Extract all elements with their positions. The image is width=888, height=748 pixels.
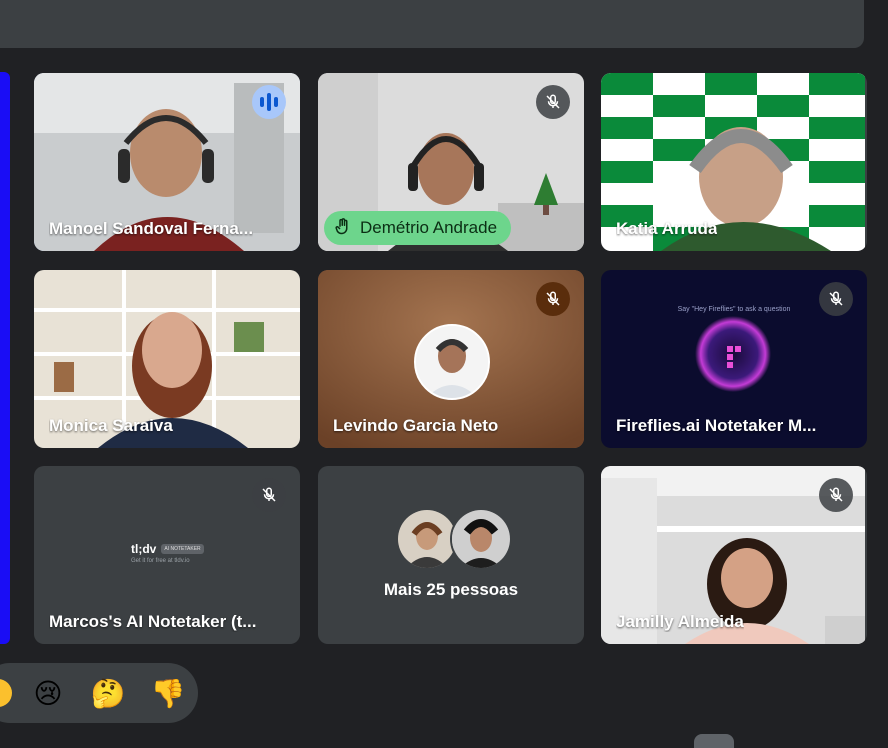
thinking-face-emoji-icon[interactable]: 🤔: [90, 675, 126, 711]
avatar: [450, 508, 512, 570]
participant-tile-demetrio[interactable]: Demétrio Andrade: [318, 73, 584, 251]
mic-off-icon: [536, 282, 570, 316]
more-participants-tile[interactable]: Mais 25 pessoas: [318, 466, 584, 644]
presentation-strip[interactable]: [0, 72, 10, 644]
reactions-bar: 😢 🤔 👎: [0, 663, 198, 723]
hand-raised-badge: Demétrio Andrade: [324, 211, 512, 245]
tldv-logo: tl;dv AI NOTETAKER: [131, 542, 204, 556]
hand-raised-icon: [334, 217, 352, 240]
participant-tile-katia[interactable]: Katia Arruda: [601, 73, 867, 251]
participant-tile-monica[interactable]: Monica Saraiva: [34, 270, 300, 448]
participant-name: Levindo Garcia Neto: [333, 416, 499, 435]
mic-off-icon: [819, 282, 853, 316]
participant-name: Fireflies.ai Notetaker M...: [616, 416, 817, 435]
participant-name: Marcos's AI Notetaker (t...: [49, 612, 257, 631]
participant-name: Monica Saraiva: [49, 416, 173, 435]
participant-name: Manoel Sandoval Ferna...: [49, 219, 254, 238]
avatar: [396, 508, 458, 570]
mic-off-icon: [252, 478, 286, 512]
more-participants-avatars: [396, 508, 514, 570]
avatar: [414, 324, 490, 400]
speaking-indicator-icon: [252, 85, 286, 119]
thumbs-down-emoji-icon[interactable]: 👎: [150, 675, 186, 711]
bottom-control-chip[interactable]: [694, 734, 734, 748]
participant-tile-marcos-notetaker[interactable]: tl;dv AI NOTETAKER Get it for free at tl…: [34, 466, 300, 644]
mic-off-icon: [819, 478, 853, 512]
participant-name: Demétrio Andrade: [360, 218, 498, 237]
participant-tile-jamilly[interactable]: Jamilly Almeida: [601, 466, 867, 644]
more-participants-label: Mais 25 pessoas: [383, 580, 519, 599]
participant-name: Jamilly Almeida: [616, 612, 744, 631]
smile-emoji-icon[interactable]: [0, 675, 16, 711]
crying-face-emoji-icon[interactable]: 😢: [30, 675, 66, 711]
top-bar: [0, 0, 864, 48]
participant-tile-fireflies[interactable]: Say "Hey Fireflies" to ask a question Fi…: [601, 270, 867, 448]
mic-off-icon: [536, 85, 570, 119]
participant-tile-manoel[interactable]: Manoel Sandoval Ferna...: [34, 73, 300, 251]
participant-name: Katia Arruda: [616, 219, 718, 238]
tldv-tagline: Get it for free at tldv.io: [131, 558, 190, 564]
participant-tile-levindo[interactable]: Levindo Garcia Neto: [318, 270, 584, 448]
